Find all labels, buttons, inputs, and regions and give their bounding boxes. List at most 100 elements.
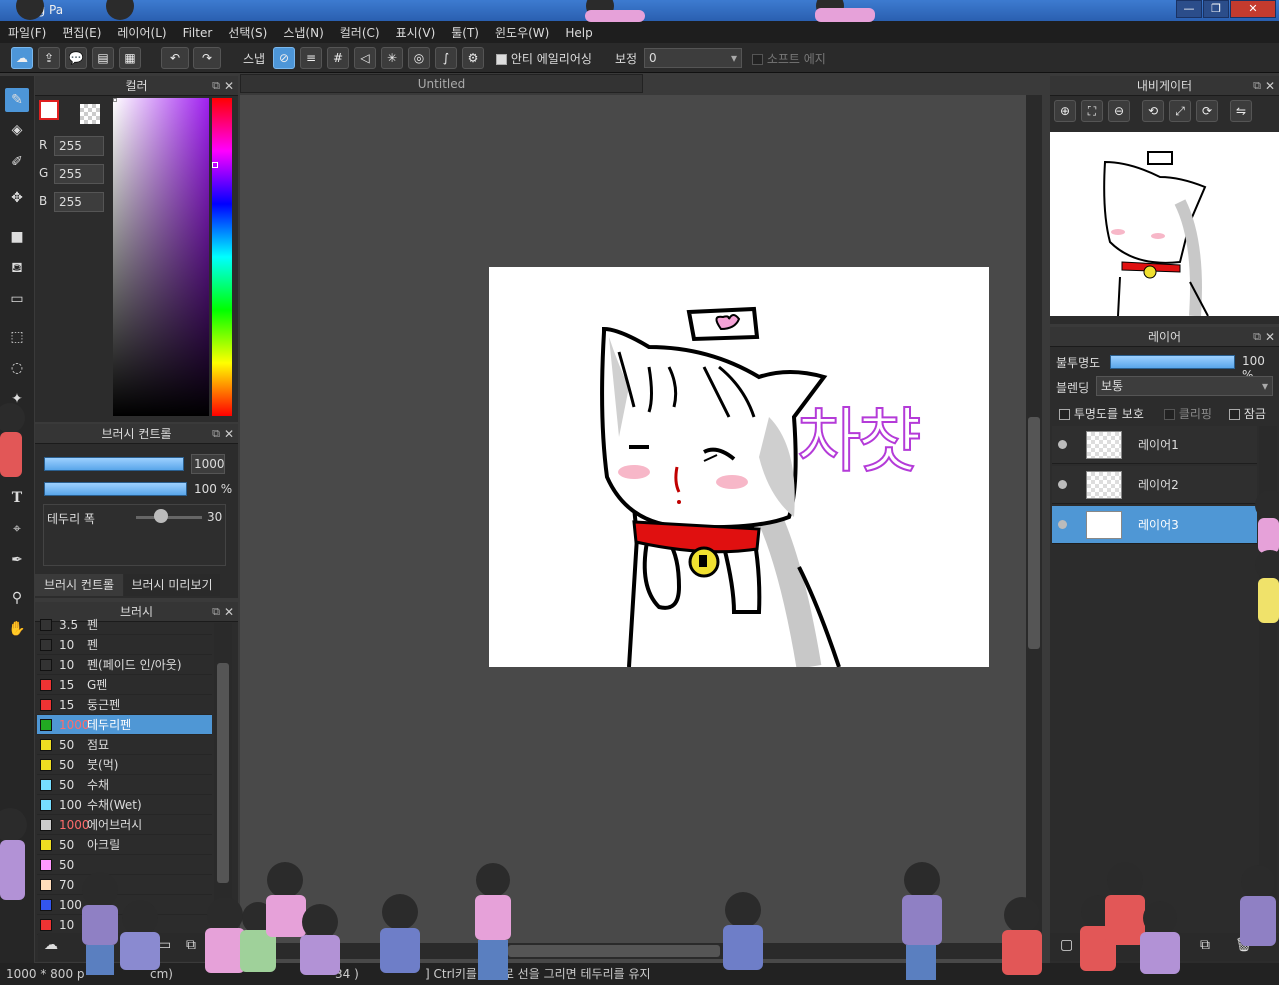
border-width-slider-thumb[interactable] <box>154 509 168 523</box>
close-icon[interactable]: ✕ <box>224 602 234 622</box>
clipping-option[interactable]: 클리핑 <box>1164 405 1212 422</box>
brush-item[interactable]: 70 <box>37 875 212 895</box>
rect-fill-tool-icon[interactable]: ■ <box>5 225 29 249</box>
select-rect-tool-icon[interactable]: ⬚ <box>5 325 29 349</box>
layer-list-scrollbar[interactable] <box>1259 426 1277 931</box>
gradient-tool-icon[interactable]: ▭ <box>5 287 29 311</box>
brush-item[interactable]: 100 수채(Wet) <box>37 795 212 815</box>
brush-opacity-bar[interactable] <box>44 482 187 496</box>
flip-icon[interactable]: ⇋ <box>1230 100 1252 122</box>
brush-item[interactable]: 50 붓(먹) <box>37 755 212 775</box>
brush-list-scrollbar[interactable] <box>214 623 232 933</box>
magic-wand-tool-icon[interactable]: ✦ <box>5 387 29 411</box>
canvas-vertical-scrollbar[interactable] <box>1026 95 1042 957</box>
b-field[interactable]: 255 <box>54 192 104 212</box>
snap-parallel-icon[interactable]: ≡ <box>300 47 322 69</box>
brush-item[interactable]: 3.5 펜 <box>37 615 212 635</box>
panel-icon[interactable]: ▦ <box>119 47 141 69</box>
move-tool-icon[interactable]: ✥ <box>5 186 29 210</box>
saturation-value-picker[interactable] <box>113 98 209 416</box>
select-eraser-tool-icon[interactable]: ✒ <box>5 548 29 572</box>
brush-size-value[interactable]: 1000 <box>191 454 225 474</box>
redo-icon[interactable]: ↷ <box>193 47 221 69</box>
new-layer-icon[interactable]: ▢ <box>1060 937 1073 953</box>
menu-file[interactable]: 파일(F) <box>0 21 54 41</box>
menu-snap[interactable]: 스냅(N) <box>275 21 331 41</box>
document-tab[interactable]: Untitled <box>240 74 643 93</box>
hue-cursor[interactable] <box>212 162 218 168</box>
antialias-option[interactable]: 안티 에일리어싱 <box>496 50 592 67</box>
close-icon[interactable]: ✕ <box>224 424 234 444</box>
close-button[interactable]: ✕ <box>1230 0 1276 18</box>
share-icon[interactable]: ⇪ <box>38 47 60 69</box>
eraser-tool-icon[interactable]: ◈ <box>5 118 29 142</box>
menu-color[interactable]: 컬러(C) <box>332 21 388 41</box>
trash-icon[interactable]: 🗑 <box>1235 937 1253 953</box>
soft-edge-checkbox[interactable] <box>752 54 763 65</box>
rotate-right-icon[interactable]: ⟳ <box>1196 100 1218 122</box>
brush-item[interactable]: 10 펜 <box>37 635 212 655</box>
undo-icon[interactable]: ↶ <box>161 47 189 69</box>
brush-item[interactable]: 100 <box>37 895 212 915</box>
lock-checkbox[interactable] <box>1229 409 1240 420</box>
g-field[interactable]: 255 <box>54 164 104 184</box>
popout-icon[interactable]: ⧉ <box>1253 76 1261 96</box>
page-icon[interactable]: ▤ <box>92 47 114 69</box>
menu-edit[interactable]: 편집(E) <box>54 21 109 41</box>
protect-alpha-checkbox[interactable] <box>1059 409 1070 420</box>
dot-pen-tool-icon[interactable]: ✐ <box>5 150 29 174</box>
popout-icon[interactable]: ⧉ <box>1253 327 1261 347</box>
copy-icon[interactable]: ⧉ <box>186 937 196 953</box>
layer-visibility-icon[interactable] <box>1058 480 1067 489</box>
menu-view[interactable]: 표시(V) <box>388 21 444 41</box>
transparent-color-swatch[interactable] <box>80 104 100 124</box>
eyedropper-tool-icon[interactable]: ⚲ <box>5 586 29 610</box>
folder-icon[interactable]: ▭ <box>158 937 171 953</box>
select-pen-tool-icon[interactable]: ⌖ <box>5 517 29 541</box>
snap-perspective-icon[interactable]: ◁ <box>354 47 376 69</box>
canvas-horizontal-scrollbar[interactable] <box>240 943 1026 959</box>
brush-item[interactable]: 15 둥근펜 <box>37 695 212 715</box>
brush-item[interactable]: 50 <box>37 855 212 875</box>
reset-rotation-icon[interactable]: ⤢ <box>1169 100 1191 122</box>
soft-edge-option[interactable]: 소프트 에지 <box>752 50 826 67</box>
drawing-canvas[interactable]: 차챳 <box>489 267 989 667</box>
lock-option[interactable]: 잠금 <box>1229 405 1266 422</box>
snap-circle-icon[interactable]: ◎ <box>408 47 430 69</box>
border-width-slider[interactable] <box>136 516 202 519</box>
brush-item[interactable]: 50 수채 <box>37 775 212 795</box>
lasso-tool-icon[interactable]: ◌ <box>5 356 29 380</box>
protect-alpha-option[interactable]: 투명도를 보호 <box>1059 405 1144 422</box>
rotate-left-icon[interactable]: ⟲ <box>1142 100 1164 122</box>
antialias-checkbox[interactable] <box>496 54 507 65</box>
correction-select[interactable]: 0 ▾ <box>644 48 742 68</box>
hue-slider[interactable] <box>212 98 232 416</box>
foreground-color-swatch[interactable] <box>39 100 59 120</box>
menu-window[interactable]: 윈도우(W) <box>487 21 557 41</box>
layer-row-selected[interactable]: 레이어3 <box>1052 506 1257 544</box>
popout-icon[interactable]: ⧉ <box>212 76 220 96</box>
brush-list-scroll-thumb[interactable] <box>217 663 229 883</box>
close-icon[interactable]: ✕ <box>1265 76 1275 96</box>
canvas-hscroll-thumb[interactable] <box>508 945 720 957</box>
zoom-in-icon[interactable]: ⊕ <box>1054 100 1076 122</box>
merge-layer-icon[interactable]: ⧉ <box>1200 937 1210 953</box>
brush-item[interactable]: 10 펜(페이드 인/아웃) <box>37 655 212 675</box>
fit-icon[interactable]: ⛶ <box>1081 100 1103 122</box>
zoom-out-icon[interactable]: ⊖ <box>1108 100 1130 122</box>
popout-icon[interactable]: ⧉ <box>212 424 220 444</box>
clipping-checkbox[interactable] <box>1164 409 1175 420</box>
text-tool-icon[interactable]: T <box>5 486 29 510</box>
hand-tool-icon[interactable]: ✋ <box>5 617 29 641</box>
canvas-vscroll-thumb[interactable] <box>1028 417 1040 649</box>
bucket-tool-icon[interactable]: ⛾ <box>5 256 29 280</box>
layer-opacity-bar[interactable] <box>1110 355 1235 369</box>
minimize-button[interactable]: — <box>1176 0 1202 18</box>
brush-item[interactable]: 1000 에어브러시 <box>37 815 212 835</box>
menu-help[interactable]: Help <box>557 23 600 40</box>
sv-cursor[interactable] <box>113 98 117 102</box>
menu-filter[interactable]: Filter <box>175 23 221 40</box>
layer-row[interactable]: 레이어2 <box>1052 466 1257 504</box>
snap-grid-icon[interactable]: # <box>327 47 349 69</box>
tab-brush-preview[interactable]: 브러시 미리보기 <box>124 574 220 596</box>
